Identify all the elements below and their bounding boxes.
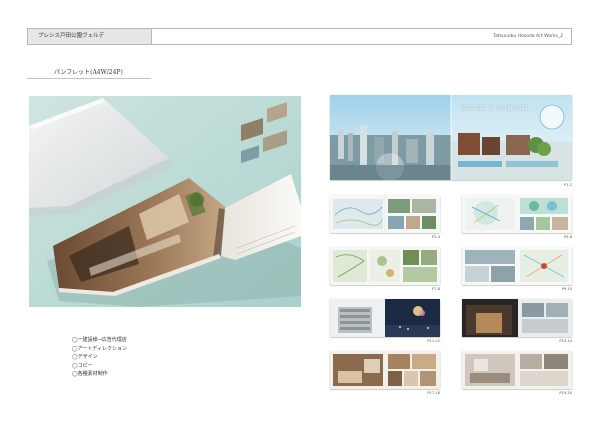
portfolio-title: Tatsunobu Hosoda Art Works_2: [493, 34, 563, 39]
page-caption: P9-10: [561, 287, 572, 291]
spread-p5-6: [462, 195, 572, 233]
spread-p3-4: [330, 195, 440, 233]
page-caption: P17-18: [427, 391, 440, 395]
credit-item: ◯アートディレクション: [72, 345, 127, 352]
section-title: パンフレット(A4W/24P): [54, 69, 123, 76]
page-caption: P1-2: [563, 183, 572, 187]
section-divider: [27, 78, 151, 79]
spread-p9-10: [462, 247, 572, 285]
credit-item: ◯コピー: [72, 362, 93, 369]
spread-p1-2: SMART & SMOOTH: [330, 95, 572, 180]
credit-item: ◯一建設様→広告代理店: [72, 337, 127, 343]
brochure-mockup-photo: [29, 96, 301, 307]
credits-list: ◯一建設様→広告代理店 ◯アートディレクション ◯デザイン ◯コピー ◯各種素材…: [72, 336, 127, 379]
spread-p13-14: [462, 299, 572, 337]
header-bar: プレシス戸田公園ヴェルデ Tatsunobu Hosoda Art Works_…: [27, 28, 572, 45]
project-title-tab: プレシス戸田公園ヴェルデ: [28, 29, 152, 44]
page-caption: P3-4: [431, 235, 440, 239]
page-caption: P13-14: [559, 339, 572, 343]
page-caption: P11-12: [427, 339, 440, 343]
spread-p11-12: [330, 299, 440, 337]
page-caption: P5-6: [563, 235, 572, 239]
credit-item: ◯各種素材制作: [72, 371, 108, 378]
spread-p19-20: [462, 351, 572, 389]
spread-p17-18: [330, 351, 440, 389]
spread-p7-8: [330, 247, 440, 285]
credit-item: ◯デザイン: [72, 354, 98, 361]
cover-headline: SMART & SMOOTH: [461, 105, 529, 112]
page-caption: P19-20: [559, 391, 572, 395]
page-caption: P7-8: [431, 287, 440, 291]
